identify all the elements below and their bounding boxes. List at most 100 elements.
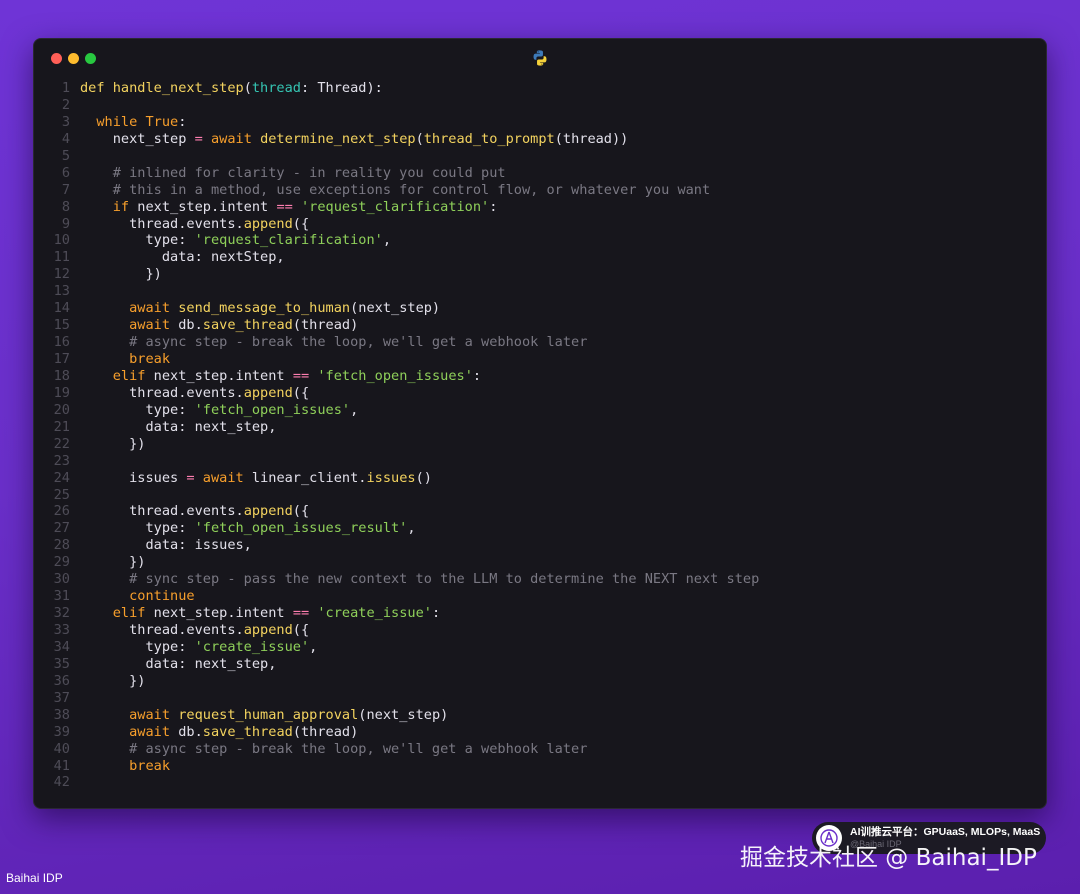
code-line[interactable]: 16 # async step - break the loop, we'll … [34, 334, 1046, 351]
code-area[interactable]: 1 def handle_next_step(thread: Thread): 2 3… [34, 80, 1046, 791]
code-line[interactable]: 9 thread.events.append({ [34, 216, 1046, 233]
code-line[interactable]: 27 type: 'fetch_open_issues_result', [34, 520, 1046, 537]
code-token: # async step - break the loop, we'll get… [80, 334, 588, 351]
maximize-button[interactable] [85, 53, 96, 64]
code-line[interactable]: 11 data: nextStep, [34, 249, 1046, 266]
minimize-button[interactable] [68, 53, 79, 64]
code-token: 'request_clarification' [301, 198, 490, 215]
line-number: 39 [53, 723, 70, 740]
code-token: linear_client. [243, 469, 367, 486]
code-token: append [243, 622, 293, 638]
code-line[interactable]: 14 await send_message_to_human(next_step… [34, 300, 1046, 317]
code-text: }) [70, 266, 161, 283]
code-line[interactable]: 33 thread.events.append({ [34, 622, 1046, 639]
code-text: thread.events.append({ [70, 622, 309, 639]
code-line[interactable]: 10 type: 'request_clarification', [34, 232, 1046, 249]
code-token: db. [170, 723, 203, 740]
code-line[interactable]: 34 type: 'create_issue', [34, 639, 1046, 656]
line-number: 34 [53, 638, 70, 655]
code-token: () [415, 469, 432, 486]
line-number: 15 [53, 317, 70, 334]
code-line[interactable]: 2 [34, 97, 1046, 114]
line-number: 12 [53, 266, 70, 283]
code-line[interactable]: 20 type: 'fetch_open_issues', [34, 402, 1046, 419]
code-token: 'create_issue' [194, 638, 310, 655]
code-line[interactable]: 8 if next_step.intent == 'request_clarif… [34, 199, 1046, 216]
code-token: type: [80, 401, 195, 418]
code-text: data: next_step, [70, 656, 276, 673]
code-line[interactable]: 28 data: issues, [34, 537, 1046, 554]
code-line[interactable]: 36 }) [34, 673, 1046, 690]
code-line[interactable]: 37 [34, 690, 1046, 707]
code-text: }) [70, 673, 145, 690]
code-line[interactable]: 38 await request_human_approval(next_ste… [34, 707, 1046, 724]
close-button[interactable] [51, 53, 62, 64]
code-line[interactable]: 5 [34, 148, 1046, 165]
code-line[interactable]: 42 [34, 774, 1046, 791]
code-text: # inlined for clarity - in reality you c… [70, 165, 506, 182]
code-line[interactable]: 7 # this in a method, use exceptions for… [34, 182, 1046, 199]
code-line[interactable]: 39 await db.save_thread(thread) [34, 724, 1046, 741]
code-text: break [70, 758, 170, 775]
code-token: request_human_approval [178, 706, 359, 723]
code-text: issues = await linear_client.issues() [70, 470, 432, 487]
line-number: 28 [53, 537, 70, 554]
code-line[interactable]: 29 }) [34, 554, 1046, 571]
line-number: 5 [61, 147, 70, 164]
code-token: type: [80, 520, 195, 537]
code-token: 'request_clarification' [194, 232, 383, 249]
code-line[interactable]: 15 await db.save_thread(thread) [34, 317, 1046, 334]
code-line[interactable]: 41 break [34, 758, 1046, 775]
code-line[interactable]: 40 # async step - break the loop, we'll … [34, 741, 1046, 758]
code-line[interactable]: 32 elif next_step.intent == 'create_issu… [34, 605, 1046, 622]
code-token: await [80, 317, 171, 334]
code-line[interactable]: 31 continue [34, 588, 1046, 605]
code-text: thread.events.append({ [70, 216, 309, 233]
code-line[interactable]: 3 while True: [34, 114, 1046, 131]
line-number: 26 [53, 503, 70, 520]
code-line[interactable]: 22 }) [34, 436, 1046, 453]
code-line[interactable]: 21 data: next_step, [34, 419, 1046, 436]
code-token: await [80, 300, 171, 317]
code-token: def handle_next_step [80, 80, 244, 96]
code-text: type: 'fetch_open_issues', [70, 402, 358, 419]
line-number: 23 [53, 452, 70, 469]
code-token: : [431, 605, 441, 622]
line-number: 29 [53, 554, 70, 571]
code-token: thread [251, 80, 301, 96]
code-line[interactable]: 19 thread.events.append({ [34, 385, 1046, 402]
code-token: save_thread [202, 317, 293, 334]
code-line[interactable]: 12 }) [34, 266, 1046, 283]
code-token: ({ [292, 215, 310, 232]
code-line[interactable]: 25 [34, 487, 1046, 504]
code-line[interactable]: 1 def handle_next_step(thread: Thread): [34, 80, 1046, 97]
code-line[interactable]: 4 next_step = await determine_next_step(… [34, 131, 1046, 148]
code-line[interactable]: 26 thread.events.append({ [34, 503, 1046, 520]
code-token: # sync step - pass the new context to th… [80, 571, 760, 588]
badge-title: AI训推云平台：GPUaaS, MLOPs, MaaS [850, 826, 1041, 838]
code-line[interactable]: 24 issues = await linear_client.issues() [34, 470, 1046, 487]
code-line[interactable]: 23 [34, 453, 1046, 470]
line-number: 36 [53, 672, 70, 689]
code-token: data: nextStep, [80, 249, 285, 266]
code-line[interactable]: 30 # sync step - pass the new context to… [34, 571, 1046, 588]
code-text: await request_human_approval(next_step) [70, 707, 448, 724]
code-text: # async step - break the loop, we'll get… [70, 741, 587, 758]
code-token: break [80, 757, 171, 774]
code-line[interactable]: 18 elif next_step.intent == 'fetch_open_… [34, 368, 1046, 385]
code-token: elif [80, 605, 146, 622]
code-token: await [80, 706, 171, 723]
code-line[interactable]: 6 # inlined for clarity - in reality you… [34, 165, 1046, 182]
line-number: 13 [53, 283, 70, 300]
line-number: 2 [61, 96, 70, 113]
code-token: thread.events. [80, 384, 244, 401]
code-line[interactable]: 17 break [34, 351, 1046, 368]
code-line[interactable]: 35 data: next_step, [34, 656, 1046, 673]
code-line[interactable]: 13 [34, 283, 1046, 300]
